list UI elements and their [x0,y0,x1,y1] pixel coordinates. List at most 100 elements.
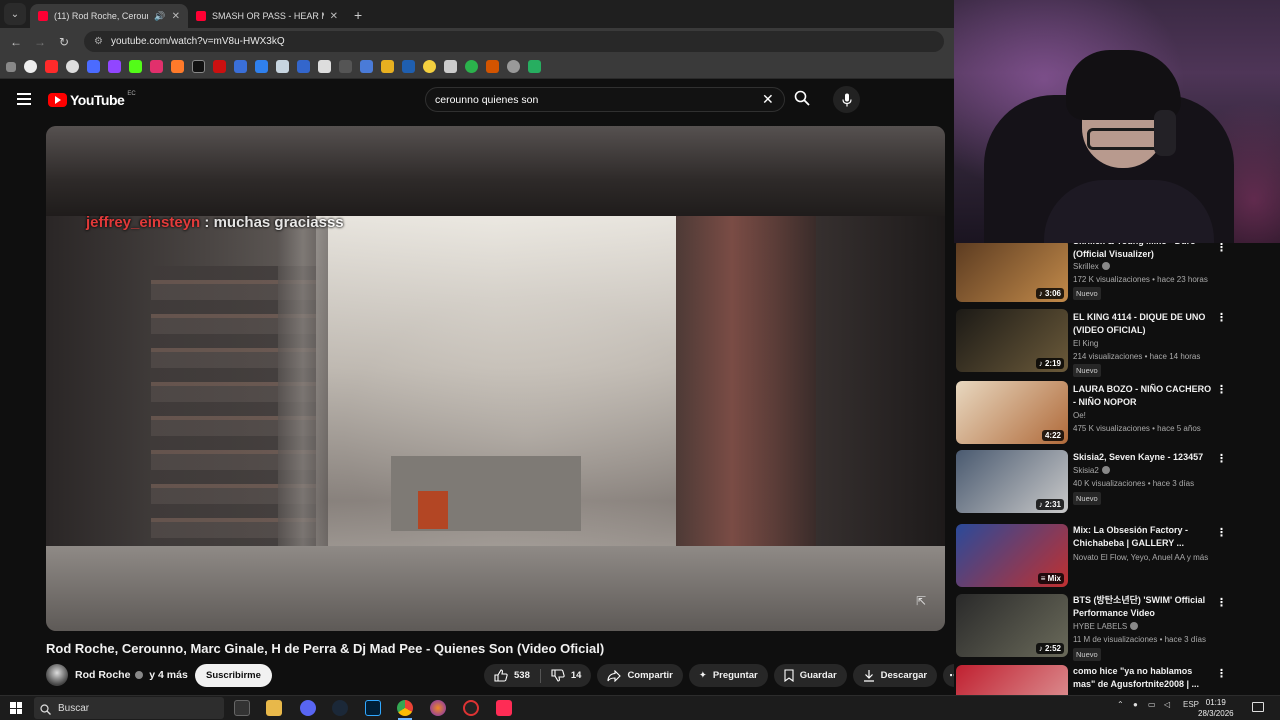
bookmark-instagram-icon[interactable] [150,60,163,73]
recommendation-title[interactable]: Mix: La Obsesión Factory - Chichabeba | … [1073,524,1213,550]
more-options-icon[interactable]: ⋮ [1216,667,1227,680]
more-options-icon[interactable]: ⋮ [1216,526,1227,539]
channel-name[interactable]: Rod Roche y 4 más [75,669,188,681]
recommendation-channel[interactable]: HYBE LABELS [1073,622,1139,631]
volume-icon[interactable]: ◁ [1164,700,1170,709]
subscribe-button[interactable]: Suscribirme [195,664,272,687]
tray-expand-icon[interactable]: ⌃ [1117,700,1124,709]
more-options-icon[interactable]: ⋮ [1216,243,1227,254]
forward-arrow-icon[interactable]: → [28,35,52,49]
bookmark-twitch-icon[interactable] [108,60,121,73]
reload-icon[interactable]: ↻ [52,35,76,49]
bookmark-icon[interactable] [507,60,520,73]
bookmark-icon[interactable] [171,60,184,73]
recommendation-title[interactable]: Skrillex & Young Miko - Duro (Official V… [1073,243,1213,261]
clear-search-icon[interactable]: ✕ [762,91,774,108]
recommendation-title[interactable]: EL KING 4114 - DIQUE DE UNO (VIDEO OFICI… [1073,311,1213,337]
steam-icon[interactable] [332,700,348,716]
network-icon[interactable]: ▭ [1148,700,1156,709]
recommendation-title[interactable]: como hice "ya no hablamos mas" de Agusfo… [1073,665,1213,691]
photoshop-icon[interactable] [365,700,381,716]
recommendation-channel[interactable]: Skisia2 [1073,466,1110,475]
bookmark-icon[interactable] [528,60,541,73]
bookmark-icon[interactable] [318,60,331,73]
youtube-logo[interactable]: YouTube EC [48,91,136,108]
tab-smash-or-pass[interactable]: SMASH OR PASS - HEAR ME OUT ✕ [188,4,346,28]
video-thumbnail[interactable]: ♪ 2:52 [956,594,1068,657]
recommendation-title[interactable]: LAURA BOZO - NIÑO CACHERO - NIÑO NOPOR [1073,383,1213,409]
recommendation-channel[interactable]: Novato El Flow, Yeyo, Anuel AA y más [1073,553,1208,562]
recommendation-item[interactable]: ♪ 2:19 EL KING 4114 - DIQUE DE UNO (VIDE… [956,309,1276,377]
search-input[interactable]: cerounno quienes son [425,87,785,112]
more-options-icon[interactable]: ⋮ [1216,383,1227,396]
video-thumbnail[interactable]: ≡ Mix [956,524,1068,587]
discord-icon[interactable] [300,700,316,716]
speaker-icon[interactable]: 🔊 [154,11,165,22]
recommendation-channel[interactable]: El King [1073,339,1098,348]
bookmark-google-icon[interactable] [24,60,37,73]
recommendation-item[interactable]: 4:22 LAURA BOZO - NIÑO CACHERO - NIÑO NO… [956,381,1276,447]
dislike-button[interactable]: 14 [541,669,592,682]
bookmark-icon[interactable] [234,60,247,73]
recommendation-channel[interactable]: Oe! [1073,411,1086,420]
bookmark-icon[interactable] [66,60,79,73]
bookmark-icon[interactable] [465,60,478,73]
microphone-icon[interactable] [833,86,860,113]
tiktok-icon[interactable] [496,700,512,716]
more-options-icon[interactable]: ⋮ [1216,311,1227,324]
language-indicator[interactable]: ESP [1183,700,1199,709]
channel-avatar[interactable] [46,664,68,686]
bookmark-icon[interactable] [444,60,457,73]
recommendation-item[interactable]: ≡ Mix Mix: La Obsesión Factory - Chichab… [956,524,1276,590]
recommendation-item[interactable]: como hice "ya no hablamos mas" de Agusfo… [956,665,1276,695]
url-field[interactable]: ⚙ youtube.com/watch?v=mV8u-HWX3kQ [84,31,944,52]
ask-button[interactable]: ✦ Preguntar [688,664,768,687]
recommendation-item[interactable]: ♪ 2:31 Skisia2, Seven Kayne - 123457 Ski… [956,450,1276,516]
bookmark-icon[interactable] [381,60,394,73]
chrome-icon[interactable] [397,700,413,716]
search-icon[interactable] [794,90,810,111]
bookmark-youtube-icon[interactable] [45,60,58,73]
close-tab-icon[interactable]: ✕ [172,11,180,22]
bookmark-icon[interactable] [297,60,310,73]
recommendation-title[interactable]: Skisia2, Seven Kayne - 123457 [1073,451,1213,464]
recommendation-title[interactable]: BTS (방탄소년단) 'SWIM' Official Performance … [1073,594,1213,620]
bookmark-icon[interactable] [360,60,373,73]
back-arrow-icon[interactable]: ← [4,35,28,49]
bookmark-x-icon[interactable] [192,60,205,73]
recommendation-channel[interactable]: Skrillex [1073,262,1110,271]
video-thumbnail[interactable] [956,665,1068,695]
recommendation-item[interactable]: ♪ 3:06 Skrillex & Young Miko - Duro (Off… [956,243,1276,305]
recommendation-item[interactable]: ♪ 2:52 BTS (방탄소년단) 'SWIM' Official Perfo… [956,594,1276,661]
obs-icon[interactable] [463,700,479,716]
video-player[interactable]: jeffrey_einsteyn : muchas graciasss ⇱ [46,126,945,631]
file-explorer-icon[interactable] [266,700,282,716]
notification-icon[interactable] [1252,702,1264,712]
bookmark-icon[interactable] [87,60,100,73]
tab-search-button[interactable]: ⌄ [4,3,26,25]
save-button[interactable]: Guardar [773,664,847,687]
browser-icon[interactable] [430,700,446,716]
bookmark-icon[interactable] [423,60,436,73]
bookmark-steam-icon[interactable] [276,60,289,73]
more-options-icon[interactable]: ⋮ [1216,452,1227,465]
taskbar-search-input[interactable]: Buscar [34,697,224,719]
apps-grid-icon[interactable] [6,61,16,72]
download-button[interactable]: Descargar [852,664,938,687]
video-thumbnail[interactable]: ♪ 3:06 [956,243,1068,302]
new-tab-button[interactable]: + [354,7,362,23]
bookmark-icon[interactable] [402,60,415,73]
video-thumbnail[interactable]: ♪ 2:31 [956,450,1068,513]
bookmark-icon[interactable] [339,60,352,73]
more-options-icon[interactable]: ⋮ [1216,596,1227,609]
video-thumbnail[interactable]: ♪ 2:19 [956,309,1068,372]
video-thumbnail[interactable]: 4:22 [956,381,1068,444]
taskbar-app-icon[interactable] [234,700,250,716]
mic-tray-icon[interactable]: ● [1133,700,1138,709]
share-button[interactable]: Compartir [597,664,683,687]
like-button[interactable]: 538 [484,669,540,682]
bookmark-icon[interactable] [213,60,226,73]
windows-start-icon[interactable] [10,702,22,714]
menu-icon[interactable] [17,93,31,105]
clock[interactable]: 01:19 28/3/2026 [1198,697,1234,719]
